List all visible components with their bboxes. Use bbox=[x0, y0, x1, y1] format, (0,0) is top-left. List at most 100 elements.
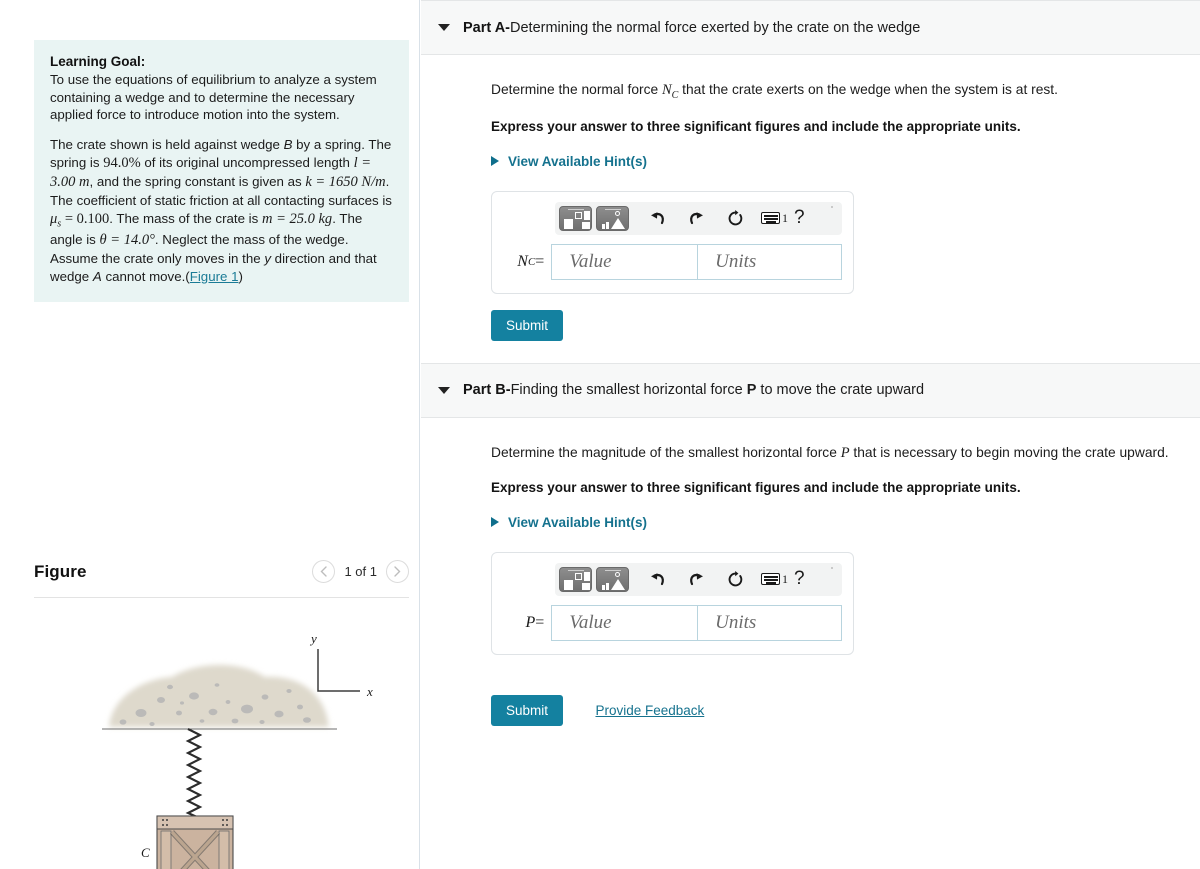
part-b-q-pre: Determine the magnitude of the smallest … bbox=[491, 444, 841, 460]
part-a-body: Determine the normal force NC that the c… bbox=[421, 82, 1200, 363]
lg-mu-value: = 0.100 bbox=[61, 210, 110, 227]
triangle-down-icon[interactable] bbox=[438, 386, 450, 394]
axis-x-label: x bbox=[366, 684, 373, 699]
part-a-hint-toggle[interactable]: View Available Hint(s) bbox=[491, 154, 1200, 169]
part-b-answer-box: 1 ? P = Value Units bbox=[491, 551, 854, 655]
part-b-label: Part B bbox=[463, 382, 506, 399]
learning-goal-paragraph-1: To use the equations of equilibrium to a… bbox=[50, 72, 377, 123]
triangle-down-icon[interactable] bbox=[438, 24, 450, 31]
greek-symbol-icon[interactable] bbox=[596, 566, 629, 592]
figure-pager-label: 1 of 1 bbox=[344, 564, 377, 579]
learning-goal-paragraph-2: The crate shown is held against wedge B … bbox=[50, 136, 393, 285]
part-a-header[interactable]: Part A - Determining the normal force ex… bbox=[421, 0, 1200, 55]
right-panel: Part A - Determining the normal force ex… bbox=[421, 0, 1200, 869]
provide-feedback-link[interactable]: Provide Feedback bbox=[595, 703, 704, 718]
part-a-field-label: NC = bbox=[503, 244, 551, 280]
part-a-submit-button[interactable]: Submit bbox=[491, 309, 564, 341]
figure-1-link[interactable]: Figure 1 bbox=[190, 269, 239, 284]
keyboard-icon[interactable]: 1 bbox=[761, 572, 788, 587]
part-b-field-symbol: P bbox=[525, 613, 536, 631]
part-b-hint-toggle[interactable]: View Available Hint(s) bbox=[491, 515, 1200, 530]
part-a-q-symbol: N bbox=[662, 82, 672, 98]
toolbar-grip-dot bbox=[831, 566, 833, 569]
lg-theta: θ = 14.0° bbox=[99, 231, 155, 248]
part-a-field-symbol: N bbox=[517, 252, 528, 270]
learning-goal-box: Learning Goal: To use the equations of e… bbox=[34, 40, 409, 302]
part-a-answer-box: 1 ? NC = Value Units bbox=[491, 190, 854, 294]
part-a-q-post: that the crate exerts on the wedge when … bbox=[678, 82, 1058, 97]
part-a-label: Part A bbox=[463, 19, 506, 36]
figure-diagram: C B θ A P bbox=[57, 617, 387, 869]
part-a-value-input[interactable]: Value bbox=[551, 243, 699, 280]
part-b-q-symbol: P bbox=[840, 444, 850, 461]
axis-y-label: y bbox=[309, 631, 317, 646]
lg-seg10: cannot move.( bbox=[101, 268, 190, 284]
mastering-physics-problem-page: Learning Goal: To use the equations of e… bbox=[0, 0, 1200, 869]
chevron-left-icon[interactable] bbox=[312, 560, 336, 583]
lg-seg3: of its original uncompressed length bbox=[140, 154, 354, 170]
part-b-title: Finding the smallest horizontal force P … bbox=[511, 382, 924, 398]
part-a-units-input[interactable]: Units bbox=[698, 243, 842, 280]
lg-y-dir: y bbox=[264, 251, 271, 267]
part-b-field-row: P = Value Units bbox=[503, 604, 842, 641]
crate-c: C bbox=[141, 815, 234, 869]
part-b-value-input[interactable]: Value bbox=[551, 604, 699, 641]
part-b-units-input[interactable]: Units bbox=[698, 604, 842, 641]
help-icon[interactable]: ? bbox=[790, 207, 805, 229]
help-icon[interactable]: ? bbox=[790, 568, 805, 590]
greek-symbol-icon[interactable] bbox=[596, 205, 629, 231]
wedge-crate-diagram-svg: C B θ A P bbox=[102, 631, 373, 869]
part-a-field-subscript: C bbox=[527, 255, 536, 268]
lg-seg4: , and the spring constant is given as bbox=[89, 173, 306, 189]
part-a-q-pre: Determine the normal force bbox=[491, 82, 662, 97]
keyboard-count: 1 bbox=[782, 210, 788, 225]
figure-title: Figure bbox=[34, 561, 87, 581]
part-b-math-toolbar: 1 ? bbox=[555, 562, 842, 596]
spring bbox=[185, 728, 203, 818]
lg-mass: m = 25.0 kg bbox=[261, 210, 333, 227]
figure-pager: 1 of 1 bbox=[312, 560, 409, 583]
reset-icon[interactable] bbox=[722, 205, 748, 231]
part-b-q-post: that is necessary to begin moving the cr… bbox=[849, 444, 1169, 460]
part-b-instruction: Express your answer to three significant… bbox=[491, 479, 1021, 495]
part-b-submit-button[interactable]: Submit bbox=[491, 694, 564, 726]
keyboard-icon[interactable]: 1 bbox=[761, 211, 788, 226]
learning-goal-title: Learning Goal: bbox=[50, 54, 146, 69]
reset-icon[interactable] bbox=[722, 566, 748, 592]
crate-label: C bbox=[141, 845, 150, 860]
lg-percent: 94.0% bbox=[103, 154, 141, 171]
toolbar-grip-dot bbox=[831, 205, 833, 208]
math-template-icon[interactable] bbox=[559, 566, 592, 592]
triangle-right-icon bbox=[491, 517, 499, 528]
redo-icon[interactable] bbox=[683, 566, 709, 592]
figure-header: Figure 1 of 1 bbox=[34, 560, 409, 583]
math-template-icon[interactable] bbox=[559, 205, 592, 231]
figure-divider bbox=[34, 597, 409, 598]
undo-icon[interactable] bbox=[644, 205, 670, 231]
lg-seg11: ) bbox=[238, 268, 243, 284]
lg-seg1: The crate shown is held against wedge bbox=[50, 137, 284, 153]
part-b-question: Determine the magnitude of the smallest … bbox=[491, 445, 1200, 462]
part-a-math-toolbar: 1 ? bbox=[555, 201, 842, 235]
part-b-field-equals: = bbox=[535, 613, 545, 631]
left-panel: Learning Goal: To use the equations of e… bbox=[0, 0, 420, 869]
lg-wedge-a: A bbox=[92, 268, 102, 284]
part-b-title-symbol: P bbox=[746, 382, 757, 399]
chevron-right-icon[interactable] bbox=[386, 560, 409, 583]
part-a-instruction: Express your answer to three significant… bbox=[491, 118, 1021, 134]
part-a-question: Determine the normal force NC that the c… bbox=[491, 82, 1200, 101]
undo-icon[interactable] bbox=[644, 566, 670, 592]
part-b-header[interactable]: Part B - Finding the smallest horizontal… bbox=[421, 362, 1200, 418]
part-b-title-pre: Finding the smallest horizontal force bbox=[510, 382, 747, 399]
coordinate-axes: y x bbox=[309, 631, 373, 699]
keyboard-count: 1 bbox=[782, 571, 788, 586]
part-b-hint-label: View Available Hint(s) bbox=[508, 514, 648, 530]
lg-seg6: . The mass of the crate is bbox=[109, 210, 262, 226]
redo-icon[interactable] bbox=[683, 205, 709, 231]
part-b-field-label: P = bbox=[503, 605, 551, 641]
part-a-title: Determining the normal force exerted by … bbox=[510, 19, 921, 36]
part-a-field-equals: = bbox=[535, 252, 545, 270]
part-a-field-row: NC = Value Units bbox=[503, 243, 842, 280]
part-a-hint-label: View Available Hint(s) bbox=[508, 153, 648, 169]
triangle-right-icon bbox=[491, 156, 499, 167]
